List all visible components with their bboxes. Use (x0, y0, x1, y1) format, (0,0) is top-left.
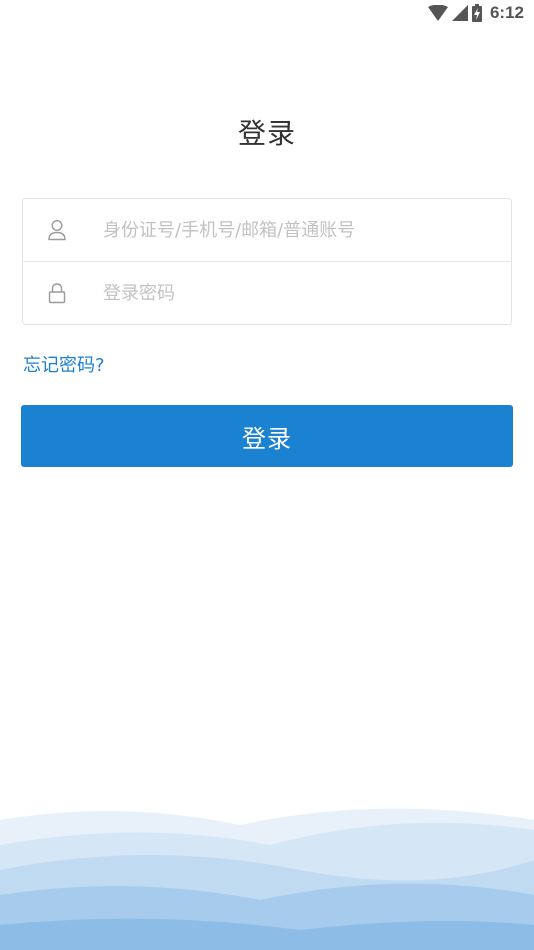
user-icon (48, 219, 66, 241)
username-row (23, 199, 511, 262)
page-title: 登录 (237, 117, 296, 150)
cell-signal-icon (451, 5, 468, 21)
status-icons: 6:12 (427, 3, 524, 23)
password-row (23, 262, 511, 324)
status-time: 6:12 (489, 3, 524, 22)
status-bar: 6:12 (0, 0, 534, 28)
battery-charging-icon (471, 4, 482, 22)
username-input[interactable] (103, 211, 493, 249)
wave-decoration (0, 808, 534, 950)
wifi-icon (427, 5, 448, 21)
login-button[interactable]: 登录 (21, 405, 513, 467)
lock-icon (48, 283, 66, 304)
forgot-password-link[interactable]: 忘记密码? (23, 351, 105, 377)
password-input[interactable] (103, 274, 493, 312)
login-form (22, 198, 512, 325)
